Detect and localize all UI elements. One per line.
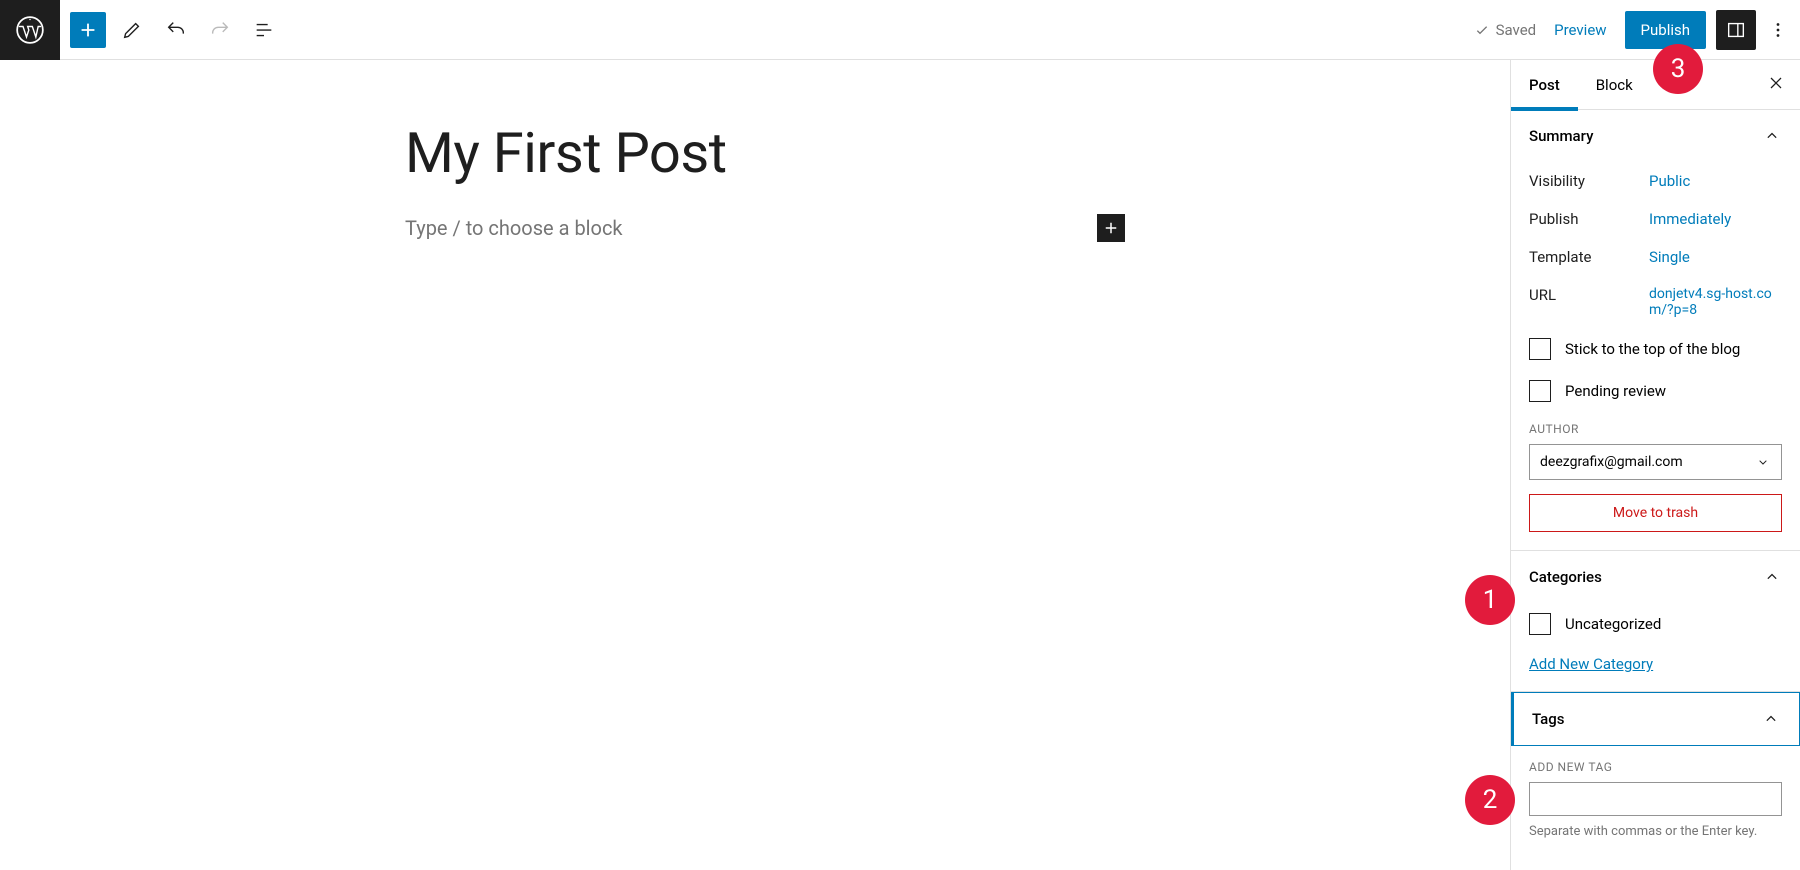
pending-row: Pending review xyxy=(1529,370,1782,412)
redo-icon xyxy=(209,19,231,41)
publish-label: Publish xyxy=(1641,21,1690,39)
tags-hint: Separate with commas or the Enter key. xyxy=(1529,824,1782,839)
toolbar-left xyxy=(60,12,282,48)
undo-button[interactable] xyxy=(158,12,194,48)
author-value: deezgrafix@gmail.com xyxy=(1540,454,1683,470)
annotation-marker-2: 2 xyxy=(1465,775,1515,825)
preview-button[interactable]: Preview xyxy=(1554,21,1606,39)
category-uncategorized-row: Uncategorized xyxy=(1529,603,1782,645)
template-value[interactable]: Single xyxy=(1649,248,1782,266)
sidebar-icon xyxy=(1725,19,1747,41)
post-title[interactable]: My First Post xyxy=(405,120,1105,186)
visibility-label: Visibility xyxy=(1529,172,1649,190)
sticky-label: Stick to the top of the blog xyxy=(1565,340,1740,358)
main-area: My First Post Type / to choose a block P… xyxy=(0,60,1800,870)
list-icon xyxy=(253,19,275,41)
block-placeholder[interactable]: Type / to choose a block xyxy=(405,216,1105,240)
add-tag-label: ADD NEW TAG xyxy=(1529,760,1782,774)
panel-tags-header[interactable]: Tags xyxy=(1514,693,1799,745)
plus-icon xyxy=(1102,219,1120,237)
panel-summary: Summary Visibility Public Publish Immedi… xyxy=(1511,110,1800,551)
document-overview-button[interactable] xyxy=(246,12,282,48)
visibility-value[interactable]: Public xyxy=(1649,172,1782,190)
panel-categories-header[interactable]: Categories xyxy=(1511,551,1800,603)
close-icon xyxy=(1766,73,1786,93)
pending-label: Pending review xyxy=(1565,382,1666,400)
check-icon xyxy=(1474,22,1490,38)
categories-body: Uncategorized Add New Category xyxy=(1511,603,1800,691)
url-value[interactable]: donjetv4.sg-host.com/?p=8 xyxy=(1649,286,1782,318)
uncategorized-label: Uncategorized xyxy=(1565,615,1661,633)
editor-canvas[interactable]: My First Post Type / to choose a block xyxy=(0,60,1510,870)
saved-status: Saved xyxy=(1474,21,1537,39)
categories-title: Categories xyxy=(1529,568,1602,586)
chevron-down-icon xyxy=(1755,454,1771,470)
annotation-marker-1: 1 xyxy=(1465,575,1515,625)
row-publish: Publish Immediately xyxy=(1529,200,1782,238)
wordpress-icon xyxy=(16,16,44,44)
plus-icon xyxy=(77,19,99,41)
redo-button[interactable] xyxy=(202,12,238,48)
chevron-up-icon xyxy=(1761,709,1781,729)
toolbar-right: Saved Preview Publish xyxy=(1474,10,1800,50)
pending-checkbox[interactable] xyxy=(1529,380,1551,402)
inline-add-block-button[interactable] xyxy=(1097,214,1125,242)
top-toolbar: Saved Preview Publish xyxy=(0,0,1800,60)
sticky-checkbox[interactable] xyxy=(1529,338,1551,360)
settings-sidebar: Post Block Summary Visibility Public Pub… xyxy=(1510,60,1800,870)
tab-post[interactable]: Post xyxy=(1511,60,1578,110)
dots-vertical-icon xyxy=(1767,19,1789,41)
panel-tags-body-wrap: ADD NEW TAG Separate with commas or the … xyxy=(1511,746,1800,857)
tags-body: ADD NEW TAG Separate with commas or the … xyxy=(1511,746,1800,857)
row-url: URL donjetv4.sg-host.com/?p=8 xyxy=(1529,276,1782,328)
url-label: URL xyxy=(1529,286,1649,318)
tags-title: Tags xyxy=(1532,710,1564,728)
uncategorized-checkbox[interactable] xyxy=(1529,613,1551,635)
saved-label: Saved xyxy=(1496,21,1537,39)
block-placeholder-text: Type / to choose a block xyxy=(405,216,623,240)
publish-button[interactable]: Publish xyxy=(1625,11,1706,49)
more-options-button[interactable] xyxy=(1766,19,1790,41)
panel-tags: Tags xyxy=(1511,692,1800,746)
tab-block[interactable]: Block xyxy=(1578,60,1651,110)
undo-icon xyxy=(165,19,187,41)
summary-body: Visibility Public Publish Immediately Te… xyxy=(1511,162,1800,550)
publish-value[interactable]: Immediately xyxy=(1649,210,1782,228)
pencil-icon xyxy=(121,19,143,41)
move-to-trash-button[interactable]: Move to trash xyxy=(1529,494,1782,532)
add-tag-input[interactable] xyxy=(1529,782,1782,816)
close-sidebar-button[interactable] xyxy=(1766,73,1786,97)
add-new-category-link[interactable]: Add New Category xyxy=(1529,655,1653,673)
chevron-up-icon xyxy=(1762,567,1782,587)
row-template: Template Single xyxy=(1529,238,1782,276)
publish-label: Publish xyxy=(1529,210,1649,228)
author-section-label: AUTHOR xyxy=(1529,422,1782,436)
template-label: Template xyxy=(1529,248,1649,266)
wordpress-logo[interactable] xyxy=(0,0,60,60)
row-visibility: Visibility Public xyxy=(1529,162,1782,200)
panel-categories: Categories Uncategorized Add New Categor… xyxy=(1511,551,1800,692)
editor-content: My First Post Type / to choose a block xyxy=(405,120,1105,240)
sticky-row: Stick to the top of the blog xyxy=(1529,328,1782,370)
author-select[interactable]: deezgrafix@gmail.com xyxy=(1529,444,1782,480)
settings-toggle-button[interactable] xyxy=(1716,10,1756,50)
panel-summary-header[interactable]: Summary xyxy=(1511,110,1800,162)
summary-title: Summary xyxy=(1529,127,1593,145)
add-block-button[interactable] xyxy=(70,12,106,48)
tools-button[interactable] xyxy=(114,12,150,48)
chevron-up-icon xyxy=(1762,126,1782,146)
annotation-marker-3: 3 xyxy=(1653,44,1703,94)
